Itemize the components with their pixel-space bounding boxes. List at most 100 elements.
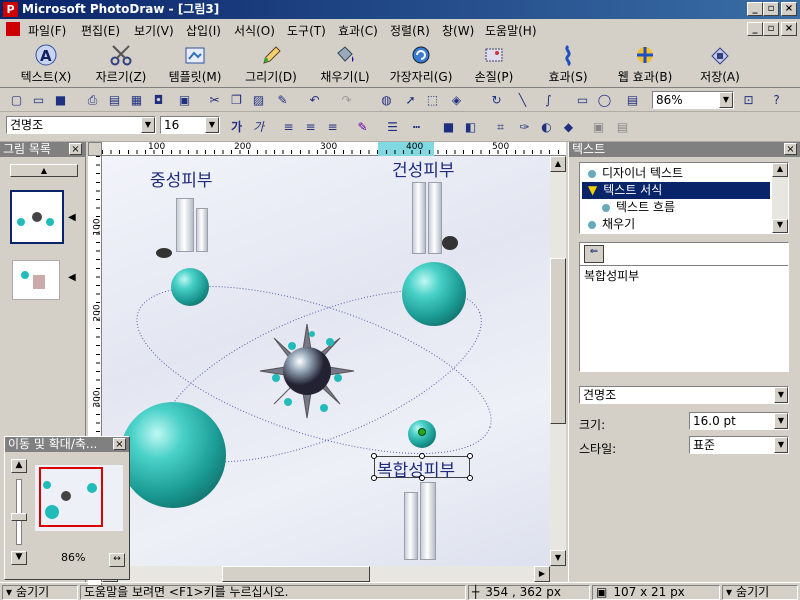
product-bottle-image[interactable] <box>412 182 426 254</box>
menu-insert[interactable]: 삽입(I) <box>186 22 221 39</box>
scan-icon[interactable]: ▦ <box>128 92 145 108</box>
scroll-right-arrow[interactable]: ▶ <box>534 566 550 582</box>
dash-style-icon[interactable]: ┅ <box>408 119 425 135</box>
resize-handle[interactable] <box>467 475 473 481</box>
text-style-combo[interactable]: 표준 ▼ <box>689 436 789 454</box>
font-size-combo[interactable]: 16 ▼ <box>160 116 220 134</box>
menu-help[interactable]: 도움말(H) <box>485 22 537 39</box>
zoom-slider-track[interactable] <box>16 479 22 545</box>
shadow-icon[interactable]: ■ <box>440 119 457 135</box>
cut-icon[interactable]: ✂ <box>206 92 223 108</box>
font-combo[interactable]: 견명조 ▼ <box>6 116 156 134</box>
menu-format[interactable]: 서식(O) <box>234 22 275 39</box>
product-bottle-image[interactable] <box>420 482 436 560</box>
line-color-icon[interactable]: ✎ <box>354 119 371 135</box>
print-preview-icon[interactable]: ▤ <box>106 92 123 108</box>
scroll-up-arrow[interactable]: ▲ <box>550 156 566 172</box>
undo-icon[interactable]: ↶ <box>306 92 323 108</box>
scroll-thumb[interactable] <box>550 258 566 424</box>
hide-picture-list-button[interactable]: ▾ 숨기기 <box>2 585 78 600</box>
sphere-small-left[interactable] <box>171 268 209 306</box>
viewport-rectangle[interactable] <box>39 467 103 527</box>
help-icon[interactable]: ? <box>768 92 785 108</box>
ungroup-icon[interactable]: ▤ <box>614 119 631 135</box>
product-jar-image[interactable] <box>442 236 458 250</box>
minimize-button[interactable]: _ <box>747 2 763 16</box>
scroll-down-arrow[interactable]: ▼ <box>772 219 788 233</box>
resize-handle[interactable] <box>419 453 425 459</box>
list-scrollbar[interactable]: ▲ ▼ <box>772 163 788 233</box>
chevron-down-icon[interactable]: ▼ <box>774 437 788 453</box>
draw-button[interactable]: 그리기(D) <box>240 42 302 86</box>
save-disk-icon[interactable]: ■ <box>52 92 69 108</box>
line-icon[interactable]: ╲ <box>514 92 531 108</box>
vertical-scrollbar[interactable]: ▲ ▼ <box>550 156 566 566</box>
picture-thumbnail-1[interactable] <box>10 190 64 244</box>
align-left-icon[interactable]: ≡ <box>280 119 297 135</box>
sphere-medium-right[interactable] <box>402 262 466 326</box>
web-effects-button[interactable]: 웹 효과(B) <box>612 42 678 86</box>
label-combination-skin[interactable]: 복합성피부 <box>377 456 455 481</box>
maximize-button[interactable]: ▫ <box>763 2 779 16</box>
open-icon[interactable]: ▭ <box>30 92 47 108</box>
close-icon[interactable]: × <box>784 143 797 155</box>
eyedropper-icon[interactable]: ✑ <box>516 119 533 135</box>
crop-button[interactable]: 자르기(Z) <box>89 42 153 86</box>
scroll-up-button[interactable]: ▲ <box>10 164 78 177</box>
doc-restore-button[interactable]: ▫ <box>763 22 779 36</box>
chevron-down-icon[interactable]: ▼ <box>774 387 788 403</box>
camera-icon[interactable]: ◘ <box>150 92 167 108</box>
product-bottle-image[interactable] <box>196 208 208 252</box>
text-box-icon[interactable]: ▤ <box>624 92 641 108</box>
zoom-combo[interactable]: 86% ▼ <box>652 91 734 109</box>
effects-small-icon[interactable]: ◆ <box>560 119 577 135</box>
close-button[interactable]: × <box>781 2 797 16</box>
product-jar-image[interactable] <box>156 248 172 258</box>
fill-bucket-icon[interactable]: ◈ <box>448 92 465 108</box>
close-icon[interactable]: × <box>69 143 82 155</box>
zoom-out-button[interactable]: ▼ <box>11 551 27 565</box>
horizontal-scrollbar[interactable]: ◀ ▶ <box>102 566 550 582</box>
globe-icon[interactable]: ◍ <box>378 92 395 108</box>
text-edit-box[interactable]: ⇐ 복합성피부 <box>579 242 789 372</box>
scroll-up-arrow[interactable]: ▲ <box>772 163 788 177</box>
copy-icon[interactable]: ❐ <box>228 92 245 108</box>
text-font-combo[interactable]: 견명조 ▼ <box>579 386 789 404</box>
product-bottle-image[interactable] <box>404 492 418 560</box>
product-bottle-image[interactable] <box>176 198 194 252</box>
doc-close-button[interactable]: × <box>781 22 797 36</box>
zoom-fit-icon[interactable]: ⊡ <box>740 92 757 108</box>
italic-button[interactable]: 가 <box>250 119 267 135</box>
redo-icon[interactable]: ↷ <box>338 92 355 108</box>
rectangle-icon[interactable]: ▭ <box>574 92 591 108</box>
hide-workpane-button[interactable]: ▾ 숨기기 <box>722 585 798 600</box>
scroll-down-arrow[interactable]: ▼ <box>550 550 566 566</box>
list-item-selected[interactable]: ▼ 텍스트 서식 <box>582 182 770 199</box>
zoom-preview[interactable] <box>35 465 123 531</box>
new-icon[interactable]: ▢ <box>8 92 25 108</box>
digital-camera-icon[interactable]: ▣ <box>176 92 193 108</box>
resize-handle[interactable] <box>467 453 473 459</box>
resize-handle[interactable] <box>371 453 377 459</box>
select-region-icon[interactable]: ⬚ <box>424 92 441 108</box>
picture-thumbnail-2[interactable] <box>12 260 60 300</box>
line-weight-icon[interactable]: ☰ <box>384 119 401 135</box>
menu-tools[interactable]: 도구(T) <box>287 22 326 39</box>
template-button[interactable]: 템플릿(M) <box>162 42 228 86</box>
close-icon[interactable]: × <box>113 438 126 450</box>
drawing-canvas[interactable]: 중성피부 건성피부 복합성피부 <box>102 156 550 566</box>
resize-handle[interactable] <box>419 475 425 481</box>
color-balance-icon[interactable]: ◐ <box>538 119 555 135</box>
spiky-ball-image[interactable] <box>252 316 362 426</box>
selected-text-object[interactable]: 복합성피부 <box>371 453 473 481</box>
document-icon[interactable] <box>6 22 20 36</box>
text-direction-icon[interactable]: ⇐ <box>584 245 604 263</box>
menu-view[interactable]: 보기(V) <box>134 22 174 39</box>
zoom-in-button[interactable]: ▲ <box>11 459 27 473</box>
scroll-thumb[interactable] <box>222 566 370 582</box>
text-content[interactable]: 복합성피부 <box>584 267 639 284</box>
photodraw-app-icon[interactable]: P <box>3 2 18 17</box>
menu-file[interactable]: 파일(F) <box>28 22 66 39</box>
chevron-down-icon[interactable]: ▼ <box>141 117 155 133</box>
text-button[interactable]: A 텍스트(X) <box>14 42 78 86</box>
